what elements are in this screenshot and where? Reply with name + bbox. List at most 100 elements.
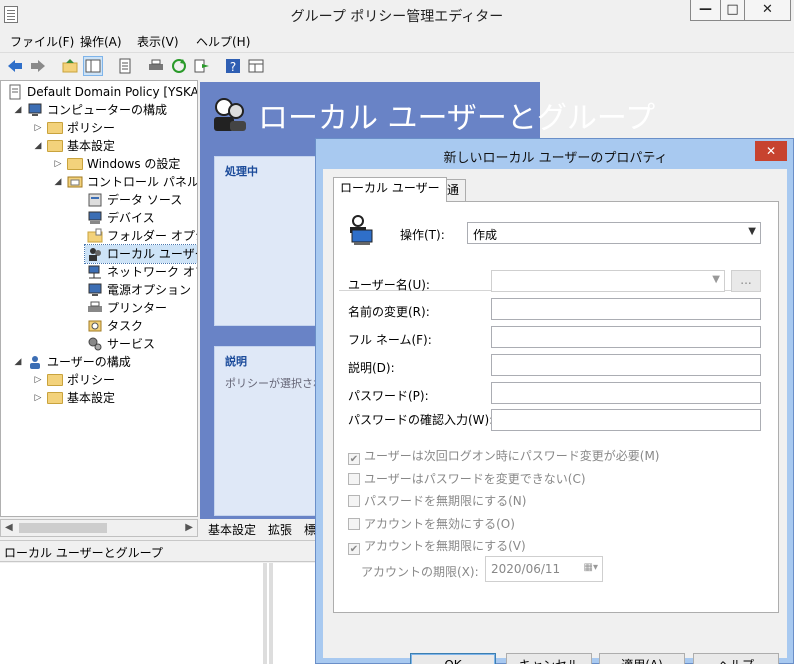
close-button[interactable]: ✕ <box>744 0 791 21</box>
back-arrow-icon[interactable] <box>6 57 24 75</box>
expand-icon[interactable]: ▷ <box>53 159 63 169</box>
forward-arrow-icon[interactable] <box>29 57 47 75</box>
folder-icon <box>47 392 63 404</box>
minimize-button[interactable]: — <box>690 0 721 21</box>
checkbox-must-change-password[interactable]: ✔ ユーザーは次回ログオン時にパスワード変更が必要(M) <box>348 447 659 465</box>
tree-local-users-label: ローカル ユーザーとク <box>107 247 197 261</box>
collapse-icon[interactable]: ◢ <box>13 357 23 367</box>
checkbox-account-disabled[interactable]: アカウントを無効にする(O) <box>348 515 515 532</box>
action-select[interactable]: 作成 ▼ <box>467 222 761 244</box>
expiry-label: アカウントの期限(X): <box>361 565 479 579</box>
datasource-icon <box>88 193 102 207</box>
tab-local-user[interactable]: ローカル ユーザー <box>333 177 447 202</box>
username-label: ユーザー名(U): <box>348 278 430 292</box>
action-label: 操作(T): <box>400 228 445 242</box>
svg-text:?: ? <box>230 60 236 74</box>
maximize-button[interactable]: □ <box>720 0 745 21</box>
menu-bar: ファイル(F) 操作(A) 表示(V) ヘルプ(H) <box>0 31 794 52</box>
properties-dialog: 新しいローカル ユーザーのプロパティ ✕ ローカル ユーザー 共通 操作(T):… <box>315 138 794 664</box>
checkbox-icon <box>348 473 360 485</box>
rename-label: 名前の変更(R): <box>348 305 430 319</box>
confirm-password-field[interactable] <box>491 409 761 431</box>
refresh-icon[interactable] <box>170 57 188 75</box>
scroll-thumb[interactable] <box>19 523 107 533</box>
tree-services-label: サービス <box>107 337 156 351</box>
apply-button[interactable]: 適用(A) <box>599 653 685 664</box>
password-field[interactable] <box>491 382 761 404</box>
fullname-label: フル ネーム(F): <box>348 333 432 347</box>
menu-view[interactable]: 表示(V) <box>137 33 179 50</box>
tree-preferences-label: 基本設定 <box>67 139 116 153</box>
network-icon <box>88 265 101 279</box>
ok-button[interactable]: OK <box>410 653 496 664</box>
checkbox-password-never-expires[interactable]: パスワードを無期限にする(N) <box>348 492 526 509</box>
up-folder-icon[interactable] <box>61 57 79 75</box>
folder-icon <box>47 140 63 152</box>
checkbox-label: ユーザーはパスワードを変更できない(C) <box>364 472 586 486</box>
chevron-down-icon: ▼ <box>712 274 720 285</box>
toolbar: ? <box>0 52 794 79</box>
expand-icon[interactable]: ▷ <box>33 393 43 403</box>
users-group-icon <box>89 248 101 261</box>
tree-power-options-label: 電源オプション <box>107 283 192 297</box>
expand-icon[interactable]: ▷ <box>33 375 43 385</box>
tree-local-users[interactable]: ローカル ユーザーとク <box>84 244 197 264</box>
dialog-title: 新しいローカル ユーザーのプロパティ <box>443 151 668 166</box>
export-icon[interactable] <box>193 57 211 75</box>
tree-user-preferences-label: 基本設定 <box>67 391 116 405</box>
username-combo[interactable]: ▼ <box>491 270 725 292</box>
status-divider <box>263 563 267 664</box>
device-icon <box>88 211 102 224</box>
checkbox-icon <box>348 495 360 507</box>
task-icon <box>88 320 102 332</box>
password-label: パスワード(P): <box>348 389 429 403</box>
checkbox-cannot-change-password[interactable]: ユーザーはパスワードを変更できない(C) <box>348 470 586 487</box>
collapse-icon[interactable]: ◢ <box>53 177 63 187</box>
expiry-date-picker[interactable]: 2020/06/11 ▦▾ <box>485 556 603 582</box>
tab-extended[interactable]: 拡張 <box>268 521 292 538</box>
rename-field[interactable] <box>491 298 761 320</box>
menu-file[interactable]: ファイル(F) <box>10 33 74 50</box>
description-text: ポリシーが選択され <box>225 377 324 390</box>
tree-control-panel-label: コントロール パネルの設 <box>87 175 198 189</box>
show-hide-tree-icon[interactable] <box>83 56 103 76</box>
print-icon[interactable] <box>147 57 165 75</box>
tree-network-options-label: ネットワーク オプショ <box>107 265 197 279</box>
menu-action[interactable]: 操作(A) <box>80 33 122 50</box>
tree-root-label: Default Domain Policy [YSKA <box>27 85 198 99</box>
collapse-icon[interactable]: ◢ <box>13 105 23 115</box>
tree-horizontal-scrollbar[interactable]: ◀ ▶ <box>0 519 198 537</box>
checkbox-icon <box>348 518 360 530</box>
help-button[interactable]: ヘルプ <box>693 653 779 664</box>
properties-icon[interactable] <box>116 57 134 75</box>
checkbox-label: アカウントを無効にする(O) <box>364 517 515 531</box>
help-icon[interactable]: ? <box>224 57 242 75</box>
filter-icon[interactable] <box>247 57 265 75</box>
checkbox-label: アカウントを無期限にする(V) <box>364 539 526 553</box>
action-value: 作成 <box>473 228 498 242</box>
scroll-left-icon[interactable]: ◀ <box>5 522 13 533</box>
dialog-body: ローカル ユーザー 共通 操作(T): 作成 ▼ ユーザー名(U): ▼ ...… <box>323 169 787 664</box>
scroll-right-icon[interactable]: ▶ <box>185 522 193 533</box>
description-field[interactable] <box>491 354 761 376</box>
description-header: 説明 <box>225 355 247 368</box>
computer-icon <box>28 103 42 116</box>
title-bar: グループ ポリシー管理エディター — □ ✕ <box>0 0 794 30</box>
folder-icon <box>67 158 83 170</box>
checkbox-checked-icon: ✔ <box>348 543 360 555</box>
cancel-button[interactable]: キャンセル <box>506 653 592 664</box>
checkbox-account-never-expires[interactable]: ✔ アカウントを無期限にする(V) <box>348 537 526 555</box>
fullname-field[interactable] <box>491 326 761 348</box>
tab-preferences[interactable]: 基本設定 <box>208 521 256 538</box>
dialog-close-button[interactable]: ✕ <box>755 141 787 161</box>
browse-button[interactable]: ... <box>731 270 761 292</box>
status-text: ローカル ユーザーとグループ <box>4 546 163 560</box>
pane-heading: ローカル ユーザーとグループ <box>258 101 656 136</box>
checkbox-label: ユーザーは次回ログオン時にパスワード変更が必要(M) <box>364 449 660 463</box>
collapse-icon[interactable]: ◢ <box>33 141 43 151</box>
menu-help[interactable]: ヘルプ(H) <box>196 33 250 50</box>
expand-icon[interactable]: ▷ <box>33 123 43 133</box>
processing-header: 処理中 <box>225 165 258 178</box>
tree-pane: Default Domain Policy [YSKA ◢ コンピューターの構成… <box>0 80 198 517</box>
tree-devices-label: デバイス <box>107 211 155 225</box>
